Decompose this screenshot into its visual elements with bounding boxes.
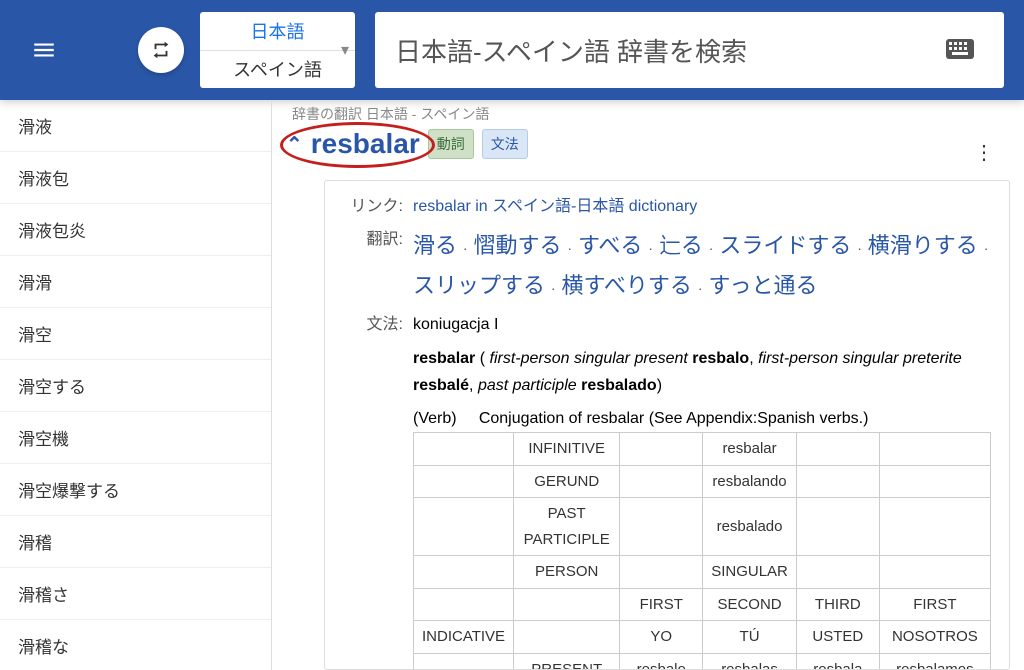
table-cell: GERUND (514, 465, 620, 498)
table-cell (796, 556, 879, 589)
language-selector[interactable]: 日本語 スペイン語 ▾ (200, 12, 355, 88)
table-cell: PRESENT (514, 653, 620, 670)
table-cell (620, 498, 703, 556)
conjugation-heading: (Verb) Conjugation of resbalar (See Appe… (413, 405, 991, 432)
translation-link[interactable]: すべる (578, 233, 642, 258)
table-cell: SINGULAR (703, 556, 797, 589)
table-cell: INFINITIVE (514, 433, 620, 466)
table-cell (414, 465, 514, 498)
cross-link[interactable]: resbalar in スペイン語-日本語 dictionary (413, 198, 697, 215)
table-cell (414, 433, 514, 466)
table-cell (796, 465, 879, 498)
table-cell (414, 588, 514, 621)
table-cell (414, 653, 514, 670)
table-cell: resbalo (620, 653, 703, 670)
entry-headword[interactable]: resbalar (311, 128, 420, 160)
translation-link[interactable]: 辷る (659, 233, 703, 258)
table-cell: TÚ (703, 621, 797, 654)
grammar-value: koniugacja I (413, 311, 991, 338)
table-cell (514, 588, 620, 621)
table-cell (796, 433, 879, 466)
conjugation-table: INFINITIVE resbalar GERUND resbalando PAST P… (413, 432, 991, 670)
table-cell: resbalar (703, 433, 797, 466)
table-cell: THIRD (796, 588, 879, 621)
breadcrumb: 辞書の翻訳 日本語 - スペイン語 (292, 100, 1024, 120)
table-cell (620, 465, 703, 498)
table-cell: resbalando (703, 465, 797, 498)
sidebar-item[interactable]: 滑液 (0, 100, 271, 152)
translation-link[interactable]: 滑る (413, 233, 457, 258)
sidebar-item[interactable]: 滑稽さ (0, 568, 271, 620)
sidebar-item[interactable]: 滑稽 (0, 516, 271, 568)
search-input[interactable]: 日本語-スペイン語 辞書を検索 (375, 12, 1004, 88)
swap-languages-button[interactable] (138, 27, 184, 73)
table-cell (620, 556, 703, 589)
table-cell: FIRST (879, 588, 990, 621)
table-cell: SECOND (703, 588, 797, 621)
menu-icon[interactable] (20, 26, 68, 74)
translations: 滑る · 慴動する · すべる · 辷る · スライドする · 横滑りする · … (413, 226, 991, 305)
sidebar-item[interactable]: 滑空 (0, 308, 271, 360)
translation-link[interactable]: すっと通る (708, 273, 817, 298)
entry-card: リンク: resbalar in スペイン語-日本語 dictionary 翻訳… (324, 180, 1010, 670)
sidebar: 滑液滑液包滑液包炎滑滑滑空滑空する滑空機滑空爆撃する滑稽滑稽さ滑稽な滑腔砲滑降滑… (0, 100, 272, 670)
translation-link[interactable]: 慴動する (473, 233, 561, 258)
translation-link[interactable]: 横すべりする (561, 273, 691, 298)
link-label: リンク: (343, 193, 413, 220)
table-cell: resbala (796, 653, 879, 670)
table-cell (620, 433, 703, 466)
table-cell (879, 465, 990, 498)
sidebar-item[interactable]: 滑液包 (0, 152, 271, 204)
table-cell: NOSOTROS (879, 621, 990, 654)
table-cell (796, 498, 879, 556)
sidebar-item[interactable]: 滑滑 (0, 256, 271, 308)
table-cell (879, 556, 990, 589)
sidebar-item[interactable]: 滑稽な (0, 620, 271, 670)
table-cell: resbalado (703, 498, 797, 556)
table-cell: INDICATIVE (414, 621, 514, 654)
sidebar-item[interactable]: 滑空機 (0, 412, 271, 464)
sidebar-item[interactable]: 滑空爆撃する (0, 464, 271, 516)
table-cell: resbalamos (879, 653, 990, 670)
table-cell (414, 498, 514, 556)
translation-link[interactable]: 横滑りする (868, 233, 978, 258)
translation-link[interactable]: スライドする (719, 233, 851, 258)
table-cell: FIRST (620, 588, 703, 621)
grammar-label: 文法: (343, 311, 413, 338)
table-cell: PERSON (514, 556, 620, 589)
sidebar-item[interactable]: 滑空する (0, 360, 271, 412)
table-cell (879, 498, 990, 556)
table-cell (879, 433, 990, 466)
pos-tag[interactable]: 動詞 (428, 129, 474, 159)
table-cell: PAST PARTICIPLE (514, 498, 620, 556)
collapse-icon[interactable]: ⌃ (286, 132, 303, 157)
target-language[interactable]: スペイン語 (200, 51, 355, 89)
table-cell: USTED (796, 621, 879, 654)
principal-parts: resbalar ( first-person singular present… (413, 345, 991, 399)
source-language[interactable]: 日本語 (200, 12, 355, 51)
keyboard-icon[interactable] (946, 35, 984, 66)
chevron-down-icon[interactable]: ▾ (341, 40, 349, 60)
table-cell (514, 621, 620, 654)
table-cell: YO (620, 621, 703, 654)
more-options-icon[interactable]: ⋮ (974, 140, 994, 165)
table-cell (414, 556, 514, 589)
search-placeholder: 日本語-スペイン語 辞書を検索 (395, 32, 747, 69)
sidebar-item[interactable]: 滑液包炎 (0, 204, 271, 256)
grammar-tag[interactable]: 文法 (482, 129, 528, 159)
translation-link[interactable]: スリップする (413, 273, 545, 298)
table-cell: resbalas (703, 653, 797, 670)
translation-label: 翻訳: (343, 226, 413, 305)
